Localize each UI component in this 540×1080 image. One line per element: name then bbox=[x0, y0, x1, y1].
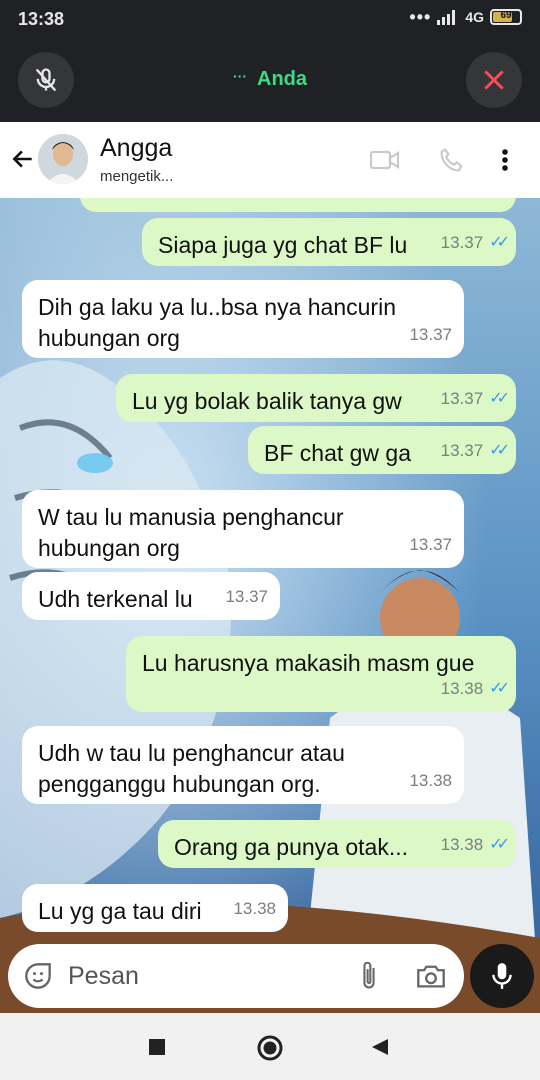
message-input[interactable]: Pesan bbox=[68, 962, 139, 991]
battery-icon: 69 bbox=[490, 9, 522, 25]
message-bubble-incoming[interactable]: W tau lu manusia penghancur hubungan org… bbox=[22, 490, 464, 568]
message-bubble-outgoing[interactable]: Lu harusnya makasih masm gue 13.38 ✓✓ bbox=[126, 636, 516, 712]
close-icon bbox=[484, 70, 504, 90]
contact-name[interactable]: Angga bbox=[100, 134, 172, 163]
triangle-back-icon[interactable] bbox=[370, 1037, 390, 1057]
message-bubble-incoming[interactable]: Udh terkenal lu 13.37 bbox=[22, 572, 280, 620]
avatar[interactable] bbox=[38, 134, 88, 184]
double-check-icon: ✓✓ bbox=[489, 680, 510, 697]
message-time: 13.38 bbox=[233, 899, 276, 918]
message-text: Lu yg ga tau diri bbox=[38, 898, 202, 924]
end-call-button[interactable] bbox=[466, 52, 522, 108]
message-bubble-incoming[interactable]: Udh w tau lu penghancur atau pengganggu … bbox=[22, 726, 464, 804]
double-check-icon: ✓✓ bbox=[489, 836, 510, 853]
message-text: Lu yg bolak balik tanya gw bbox=[132, 388, 402, 414]
circle-icon[interactable] bbox=[257, 1035, 283, 1061]
status-time: 13:38 bbox=[18, 9, 65, 29]
message-text: Lu harusnya makasih masm gue bbox=[142, 650, 475, 676]
ongoing-call-bar: ··· Anda bbox=[0, 38, 540, 122]
message-bubble-outgoing[interactable]: Lu yg bolak balik tanya gw 13.37 ✓✓ bbox=[116, 374, 516, 422]
voice-record-button[interactable] bbox=[470, 944, 534, 1008]
message-bubble-partial[interactable]: 13.37 ✓✓ bbox=[80, 198, 516, 212]
message-bubble-incoming[interactable]: Dih ga laku ya lu..bsa nya hancurin hubu… bbox=[22, 280, 464, 358]
arrow-left-icon[interactable] bbox=[10, 146, 36, 172]
typing-status: mengetik... bbox=[100, 168, 174, 185]
chat-area[interactable]: 13.37 ✓✓ Siapa juga yg chat BF lu 13.37 ✓✓… bbox=[0, 198, 540, 1013]
double-check-icon: ✓✓ bbox=[489, 390, 510, 407]
paperclip-icon[interactable] bbox=[358, 960, 380, 992]
sticker-icon[interactable] bbox=[24, 962, 52, 990]
network-type: 4G bbox=[465, 9, 484, 25]
message-bubble-outgoing[interactable]: BF chat gw ga 13.37 ✓✓ bbox=[248, 426, 516, 474]
message-bubble-outgoing[interactable]: Siapa juga yg chat BF lu 13.37 ✓✓ bbox=[142, 218, 516, 266]
chat-header: Angga mengetik... bbox=[0, 122, 540, 198]
message-time: 13.38 bbox=[409, 771, 452, 790]
video-icon[interactable] bbox=[370, 146, 400, 174]
message-time: 13.37 bbox=[409, 325, 452, 344]
message-text: W tau lu manusia penghancur hubungan org bbox=[38, 504, 344, 561]
message-bubble-incoming[interactable]: Lu yg ga tau diri 13.38 bbox=[22, 884, 288, 932]
status-icons: ••• 4G 69 bbox=[409, 7, 522, 27]
double-check-icon: ✓✓ bbox=[489, 198, 510, 208]
status-bar: 13:38 ••• 4G 69 bbox=[0, 0, 540, 38]
message-bubble-outgoing[interactable]: Orang ga punya otak... 13.38 ✓✓ bbox=[158, 820, 516, 868]
camera-icon[interactable] bbox=[416, 962, 446, 990]
message-text: BF chat gw ga bbox=[264, 440, 412, 466]
phone-icon[interactable] bbox=[438, 146, 466, 174]
notification-dots-icon: ••• bbox=[409, 7, 432, 27]
message-time: 13.38 bbox=[440, 835, 484, 854]
message-text: Orang ga punya otak... bbox=[174, 834, 408, 860]
message-time: 13.37 bbox=[441, 198, 484, 208]
call-label-text: Anda bbox=[257, 68, 307, 90]
square-icon[interactable] bbox=[148, 1038, 166, 1056]
more-vert-icon[interactable] bbox=[500, 146, 510, 174]
message-time: 13.37 bbox=[440, 441, 484, 460]
message-text: Udh w tau lu penghancur atau pengganggu … bbox=[38, 740, 345, 797]
message-text: Udh terkenal lu bbox=[38, 586, 193, 612]
message-time: 13.38 bbox=[440, 679, 484, 698]
mic-icon bbox=[492, 963, 512, 989]
battery-level: 69 bbox=[500, 10, 512, 21]
message-text: Siapa juga yg chat BF lu bbox=[158, 232, 408, 258]
message-time: 13.37 bbox=[440, 389, 484, 408]
message-time: 13.37 bbox=[409, 535, 452, 554]
system-nav-bar bbox=[0, 1013, 540, 1080]
double-check-icon: ✓✓ bbox=[489, 442, 510, 459]
message-input-bar[interactable]: Pesan bbox=[8, 944, 464, 1008]
call-label[interactable]: ··· Anda bbox=[0, 68, 540, 91]
message-text: Dih ga laku ya lu..bsa nya hancurin hubu… bbox=[38, 294, 396, 351]
call-ellipsis: ··· bbox=[233, 68, 247, 84]
signal-icon bbox=[437, 10, 456, 25]
message-time: 13.37 bbox=[225, 587, 268, 606]
message-time: 13.37 bbox=[440, 233, 484, 252]
double-check-icon: ✓✓ bbox=[489, 234, 510, 251]
